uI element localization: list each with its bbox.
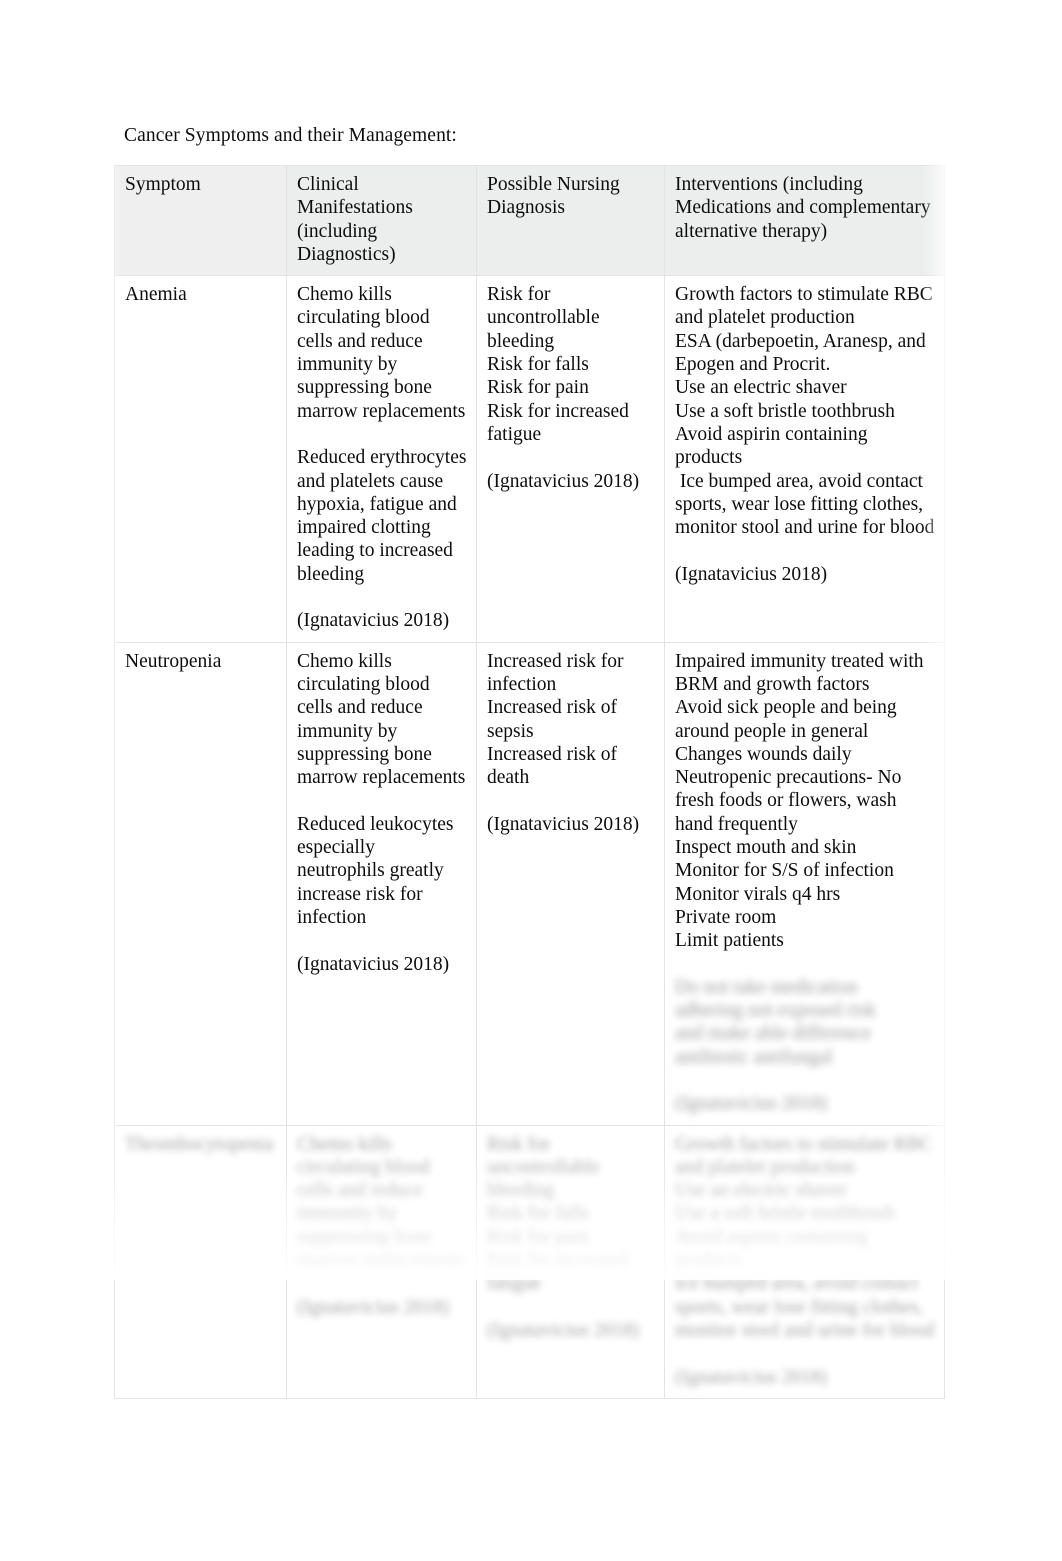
row-diagnosis-thrombocytopenia: Risk for uncontrollable bleeding Risk fo… — [476, 1124, 665, 1399]
clinical-citation: (Ignatavicius 2018) — [297, 610, 450, 632]
interventions-citation: (Ignatavicius 2018) — [675, 563, 828, 585]
interventions-obscured-text: Do not take medication adhering not expo… — [675, 976, 876, 1068]
diagnosis-list: Risk for uncontrollable bleeding Risk fo… — [487, 284, 629, 445]
symptom-label: Neutropenia — [125, 650, 222, 672]
header-cell-symptom: Symptom — [114, 164, 287, 277]
clinical-para-1: Chemo kills circulating blood cells and … — [297, 284, 466, 422]
header-symptom-text: Symptom — [125, 174, 201, 195]
interventions-citation: (Ignatavicius 2018) — [675, 1093, 828, 1115]
clinical-para-1: Chemo kills circulating blood cells and … — [297, 1133, 466, 1272]
table-row: Thrombocytopenia Chemo kills circulating… — [114, 1124, 945, 1399]
clinical-para-2: Reduced erythrocytes and platelets cause… — [297, 447, 472, 585]
document-page: Cancer Symptoms and their Management: Sy… — [0, 0, 1062, 1561]
diagnosis-list: Increased risk for infection Increased r… — [487, 650, 624, 789]
header-cell-clinical: Clinical Manifestations (including Diagn… — [286, 164, 477, 277]
cancer-symptoms-table: Symptom Clinical Manifestations (includi… — [114, 164, 945, 1399]
clinical-citation: (Ignatavicius 2018) — [297, 953, 450, 975]
interventions-list: Impaired immunity treated with BRM and g… — [675, 650, 924, 952]
clinical-para-1: Chemo kills circulating blood cells and … — [297, 650, 466, 789]
header-interventions-text: Interventions (including Medications and… — [675, 174, 936, 242]
header-cell-interventions: Interventions (including Medications and… — [664, 164, 945, 277]
row-interventions-neutropenia: Impaired immunity treated with BRM and g… — [664, 641, 945, 1126]
page-title: Cancer Symptoms and their Management: — [124, 125, 457, 146]
interventions-citation: (Ignatavicius 2018) — [675, 1366, 828, 1388]
row-diagnosis-anemia: Risk for uncontrollable bleeding Risk fo… — [476, 275, 665, 643]
row-diagnosis-neutropenia: Increased risk for infection Increased r… — [476, 641, 665, 1126]
table-header-row: Symptom Clinical Manifestations (includi… — [114, 164, 945, 277]
clinical-citation: (Ignatavicius 2018) — [297, 1296, 450, 1318]
diagnosis-citation: (Ignatavicius 2018) — [487, 470, 640, 492]
table-row: Neutropenia Chemo kills circulating bloo… — [114, 641, 945, 1126]
row-symptom-anemia: Anemia — [114, 275, 287, 643]
header-cell-diagnosis: Possible Nursing Diagnosis — [476, 164, 665, 277]
symptom-label: Thrombocytopenia — [125, 1133, 274, 1155]
diagnosis-list: Risk for uncontrollable bleeding Risk fo… — [487, 1133, 629, 1295]
table-row: Anemia Chemo kills circulating blood cel… — [114, 275, 945, 643]
header-clinical-text: Clinical Manifestations (including Diagn… — [297, 174, 418, 265]
header-diagnosis-text: Possible Nursing Diagnosis — [487, 174, 625, 219]
row-clinical-thrombocytopenia: Chemo kills circulating blood cells and … — [286, 1124, 477, 1399]
diagnosis-citation: (Ignatavicius 2018) — [487, 813, 640, 835]
row-clinical-neutropenia: Chemo kills circulating blood cells and … — [286, 641, 477, 1126]
row-symptom-thrombocytopenia: Thrombocytopenia — [114, 1124, 287, 1399]
interventions-list: Growth factors to stimulate RBC and plat… — [675, 284, 935, 539]
row-symptom-neutropenia: Neutropenia — [114, 641, 287, 1126]
row-interventions-anemia: Growth factors to stimulate RBC and plat… — [664, 275, 945, 643]
row-interventions-thrombocytopenia: Growth factors to stimulate RBC and plat… — [664, 1124, 945, 1399]
symptom-label: Anemia — [125, 284, 187, 306]
cancer-symptoms-table-wrapper: Symptom Clinical Manifestations (includi… — [114, 164, 945, 1399]
interventions-list: Growth factors to stimulate RBC and plat… — [675, 1133, 935, 1341]
row-clinical-anemia: Chemo kills circulating blood cells and … — [286, 275, 477, 643]
diagnosis-citation: (Ignatavicius 2018) — [487, 1319, 640, 1341]
clinical-para-2: Reduced leukocytes especially neutrophil… — [297, 813, 459, 928]
